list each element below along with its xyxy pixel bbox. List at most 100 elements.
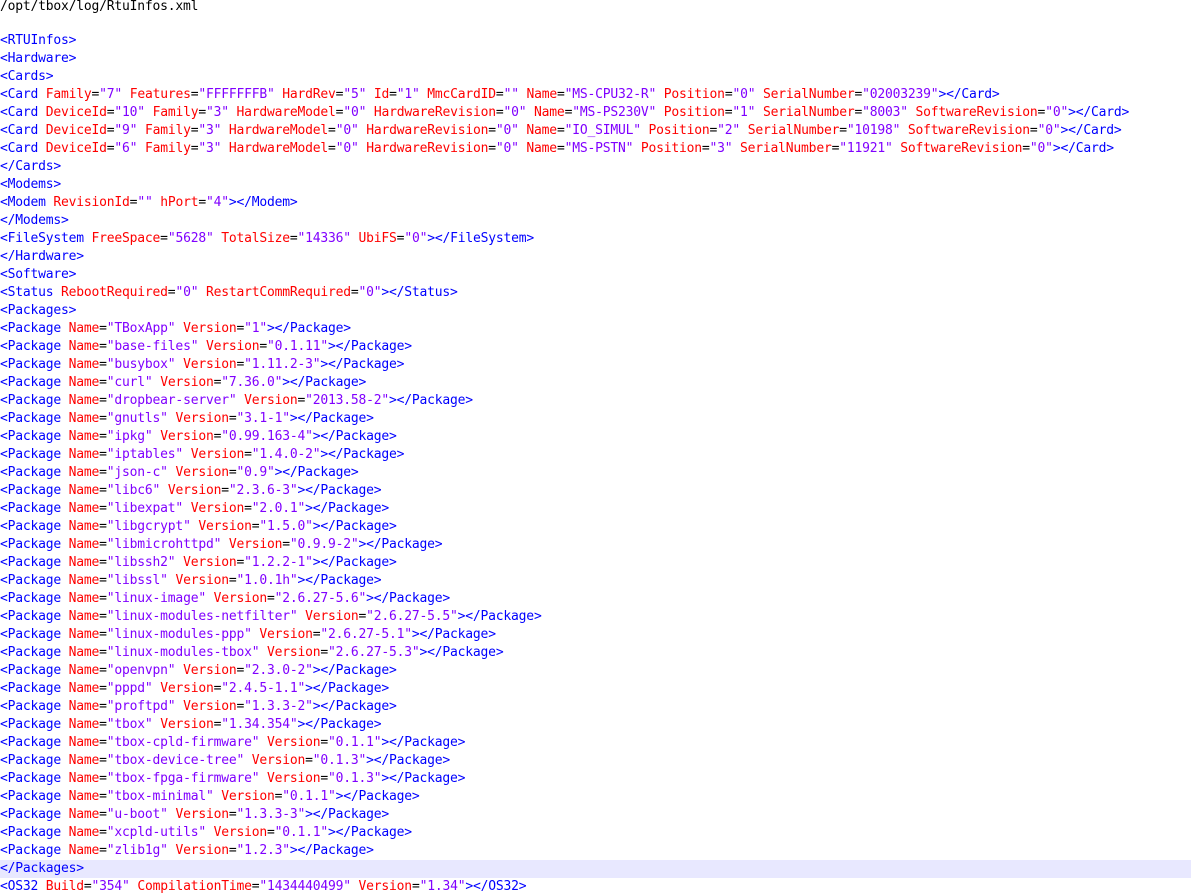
xml-line[interactable]: <Package Name="pppd" Version="2.4.5-1.1"… (0, 680, 1191, 698)
xml-line[interactable]: <Package Name="dropbear-server" Version=… (0, 392, 1191, 410)
xml-line[interactable]: </Cards> (0, 158, 1191, 176)
xml-line[interactable]: <Card Family = "7" Features = "FFFFFFFB" Har… (0, 86, 1191, 104)
xml-line[interactable]: <Modems> (0, 176, 1191, 194)
xml-line[interactable]: <Package Name="linux-modules-netfilter" … (0, 608, 1191, 626)
xml-tag-text: <Package (0, 429, 69, 444)
xml-line[interactable]: <Package Name="zlib1g" Version="1.2.3"><… (0, 842, 1191, 860)
xml-equals-sign: = (236, 699, 245, 714)
xml-line[interactable]: <Package Name="libssl" Version="1.0.1h">… (0, 572, 1191, 590)
xml-line[interactable]: <FileSystem FreeSpace="5628" TotalSize="… (0, 230, 1191, 248)
xml-line[interactable]: <Package Name="libc6" Version="2.3.6-3">… (0, 482, 1191, 500)
xml-line[interactable]: <Package Name="linux-modules-tbox" Versi… (0, 644, 1191, 662)
xml-line[interactable]: <Package Name="linux-image" Version="2.6… (0, 590, 1191, 608)
xml-attribute-value: "1.4.0-2" (251, 447, 321, 462)
xml-line[interactable]: <Package Name="tbox-fpga-firmware" Versi… (0, 770, 1191, 788)
xml-line[interactable]: <Hardware> (0, 50, 1191, 68)
xml-attribute-name: RevisionId (53, 195, 130, 210)
xml-attribute-name: SerialNumber (740, 141, 832, 156)
xml-line[interactable]: <Card DeviceId = "9" Family = "3" HardwareMo… (0, 122, 1191, 140)
xml-line[interactable]: <Software> (0, 266, 1191, 284)
xml-line[interactable]: <Package Name="u-boot" Version="1.3.3-3"… (0, 806, 1191, 824)
xml-attribute-name: SoftwareRevision (915, 105, 1038, 120)
xml-equals-sign: = (99, 609, 107, 624)
xml-line[interactable]: <Package Name="base-files" Version="0.1.… (0, 338, 1191, 356)
xml-line[interactable]: </Hardware> (0, 248, 1191, 266)
xml-attribute-value: "libmicrohttpd" (106, 537, 222, 552)
xml-tag-text: ></Package> (305, 501, 390, 516)
xml-line[interactable]: <Package Name="tbox-cpld-firmware" Versi… (0, 734, 1191, 752)
xml-line[interactable]: <Package Name="tbox-device-tree" Version… (0, 752, 1191, 770)
xml-attribute-name: Family (152, 105, 199, 120)
xml-line[interactable]: <Package Name="json-c" Version="0.9"></P… (0, 464, 1191, 482)
xml-tag-text: <Package (0, 825, 69, 840)
xml-attribute-name: Features (129, 87, 191, 102)
xml-line[interactable]: <Package Name="libmicrohttpd" Version="0… (0, 536, 1191, 554)
xml-line[interactable]: <Package Name="ipkg" Version="0.99.163-4… (0, 428, 1191, 446)
xml-attribute-name: HardwareModel (236, 105, 336, 120)
xml-tag-text: ></Package> (419, 645, 504, 660)
xml-line[interactable]: <Package Name="curl" Version="7.36.0"></… (0, 374, 1191, 392)
xml-line[interactable]: <Package Name="busybox" Version="1.11.2-… (0, 356, 1191, 374)
xml-tag-text: <Package (0, 483, 69, 498)
xml-line[interactable]: </Modems> (0, 212, 1191, 230)
xml-attribute-value: "0.1.11" (267, 339, 329, 354)
xml-line[interactable]: <Status RebootRequired="0" RestartCommRe… (0, 284, 1191, 302)
xml-attribute-value: "0" (1037, 123, 1061, 138)
xml-line[interactable]: <Card DeviceId="10" Family="3" HardwareM… (0, 104, 1191, 122)
xml-line[interactable]: <Package Name="libssh2" Version="1.2.2-1… (0, 554, 1191, 572)
xml-line-current[interactable]: </Packages> (0, 860, 1191, 878)
xml-tag-text: ></Package> (289, 843, 374, 858)
xml-equals-sign: = (556, 87, 565, 102)
xml-attribute-name: DeviceId (45, 141, 107, 156)
xml-tag-text (259, 735, 267, 750)
xml-content-view[interactable]: <RTUInfos> <Hardware> <Cards> <Card Family =… (0, 32, 1191, 896)
xml-line[interactable]: <Modem RevisionId="" hPort="4"></Modem> (0, 194, 1191, 212)
xml-equals-sign: = (839, 123, 847, 138)
xml-attribute-value: "iptables" (106, 447, 184, 462)
xml-line[interactable]: <Cards> (0, 68, 1191, 86)
xml-tag-text: <Package (0, 447, 69, 462)
xml-line[interactable]: <Package Name="gnutls" Version="3.1-1"><… (0, 410, 1191, 428)
xml-tag-text: <Package (0, 735, 69, 750)
xml-tag-text (641, 123, 649, 138)
xml-tag-text (175, 699, 183, 714)
xml-equals-sign: = (236, 663, 245, 678)
xml-line[interactable]: <Package Name="xcpld-utils" Version="0.1… (0, 824, 1191, 842)
xml-line[interactable]: <Package Name="iptables" Version="1.4.0-… (0, 446, 1191, 464)
xml-tag-text: ></Modem> (228, 195, 298, 210)
xml-tag-text (175, 321, 183, 336)
xml-attribute-name: Version (244, 393, 298, 408)
xml-tag-text: <Package (0, 501, 69, 516)
xml-attribute-name: Family (45, 87, 92, 102)
xml-attribute-value: "0.99.163-4" (221, 429, 313, 444)
xml-attribute-value: "0" (503, 105, 527, 120)
xml-attribute-value: "libc6" (106, 483, 161, 498)
xml-attribute-value: "0.9.9-2" (289, 537, 359, 552)
xml-line[interactable]: <Package Name="proftpd" Version="1.3.3-2… (0, 698, 1191, 716)
xml-tag-text: ></Package> (366, 591, 451, 606)
xml-tag-text (297, 609, 305, 624)
xml-line[interactable]: <Package Name="libexpat" Version="2.0.1"… (0, 500, 1191, 518)
xml-tag-text (633, 141, 641, 156)
xml-attribute-value: "zlib1g" (106, 843, 168, 858)
xml-tag-text: <Package (0, 663, 69, 678)
xml-equals-sign: = (709, 123, 718, 138)
xml-line[interactable]: <OS32 Build="354" CompilationTime="14344… (0, 878, 1191, 896)
xml-attribute-name: HardwareRevision (366, 141, 489, 156)
xml-attribute-name: Version (205, 339, 260, 354)
xml-attribute-name: Version (160, 717, 214, 732)
xml-tag-text: <Package (0, 753, 69, 768)
xml-line[interactable]: <Package Name="tbox" Version="1.34.354">… (0, 716, 1191, 734)
xml-line[interactable]: <Package Name="linux-modules-ppp" Versio… (0, 626, 1191, 644)
xml-attribute-value: "0" (732, 87, 756, 102)
xml-line[interactable]: <Package Name="tbox-minimal" Version="0.… (0, 788, 1191, 806)
xml-line[interactable]: <Package Name="TBoxApp" Version="1"></Pa… (0, 320, 1191, 338)
xml-line[interactable]: <Card DeviceId="6" Family="3" HardwareMo… (0, 140, 1191, 158)
xml-tag-text (351, 231, 359, 246)
xml-line[interactable]: <RTUInfos> (0, 32, 1191, 50)
xml-line[interactable]: <Package Name="libgcrypt" Version="1.5.0… (0, 518, 1191, 536)
xml-line[interactable]: <Packages> (0, 302, 1191, 320)
xml-line[interactable]: <Package Name="openvpn" Version="2.3.0-2… (0, 662, 1191, 680)
xml-attribute-name: DeviceId (45, 123, 107, 138)
xml-tag-text: ></OS32> (465, 879, 527, 894)
